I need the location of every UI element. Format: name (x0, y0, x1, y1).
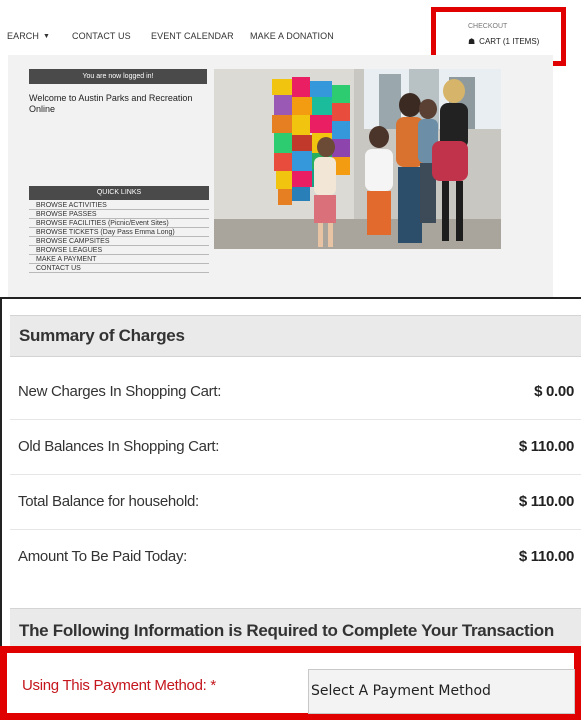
charge-label: Old Balances In Shopping Cart: (18, 438, 220, 455)
charge-value: $ 110.00 (518, 438, 574, 455)
payment-method-highlight-box: Using This Payment Method: * Select A Pa… (0, 646, 581, 720)
search-menu-label: EARCH (7, 31, 40, 41)
charge-label: Total Balance for household: (18, 493, 199, 510)
search-menu[interactable]: EARCH ▼ (7, 31, 50, 41)
quick-link-browse-campsites[interactable]: BROWSE CAMPSITES (29, 237, 209, 246)
quick-link-browse-facilities[interactable]: BROWSE FACILITIES (Picnic/Event Sites) (29, 219, 209, 228)
charge-value: $ 110.00 (518, 548, 574, 565)
checkout-label[interactable]: CHECKOUT (468, 23, 507, 30)
charge-row-new-charges: New Charges In Shopping Cart: $ 0.00 (10, 365, 581, 420)
nav-event-calendar[interactable]: EVENT CALENDAR (151, 31, 234, 41)
quick-link-browse-tickets[interactable]: BROWSE TICKETS (Day Pass Emma Long) (29, 228, 209, 237)
quick-link-make-a-payment[interactable]: MAKE A PAYMENT (29, 255, 209, 264)
nav-contact-us[interactable]: CONTACT US (72, 31, 131, 41)
quick-link-contact-us[interactable]: CONTACT US (29, 264, 209, 273)
payment-method-label: Using This Payment Method: * (22, 677, 216, 694)
banner-photo (214, 69, 501, 249)
payment-method-select[interactable]: Select A Payment Method (308, 669, 575, 714)
caret-down-icon: ▼ (43, 33, 51, 40)
quick-link-browse-leagues[interactable]: BROWSE LEAGUES (29, 246, 209, 255)
logged-in-bar: You are now logged in! (29, 69, 207, 84)
quick-links-header: QUICK LINKS (29, 186, 209, 200)
shopping-basket-icon: ☗ (468, 37, 476, 46)
quick-link-browse-activities[interactable]: BROWSE ACTIVITIES (29, 201, 209, 210)
charge-label: New Charges In Shopping Cart: (18, 383, 222, 400)
nav-make-a-donation[interactable]: MAKE A DONATION (250, 31, 334, 41)
payment-method-select-value: Select A Payment Method (311, 683, 491, 699)
welcome-message: Welcome to Austin Parks and Recreation O… (29, 93, 193, 114)
charge-label: Amount To Be Paid Today: (18, 548, 188, 565)
quick-links-list: BROWSE ACTIVITIES BROWSE PASSES BROWSE F… (29, 201, 209, 273)
summary-header: Summary of Charges (10, 315, 581, 357)
charge-row-amount-today: Amount To Be Paid Today: $ 110.00 (10, 530, 581, 585)
summary-title: Summary of Charges (19, 326, 185, 345)
charge-row-total-balance: Total Balance for household: $ 110.00 (10, 475, 581, 530)
cart-link[interactable]: ☗ CART (1 ITEMS) (468, 37, 539, 46)
cart-label: CART (1 ITEMS) (479, 37, 540, 46)
quick-link-browse-passes[interactable]: BROWSE PASSES (29, 210, 209, 219)
charge-value: $ 0.00 (534, 383, 574, 400)
required-info-title: The Following Information is Required to… (19, 621, 554, 640)
charge-row-old-balances: Old Balances In Shopping Cart: $ 110.00 (10, 420, 581, 475)
charge-value: $ 110.00 (518, 493, 574, 510)
